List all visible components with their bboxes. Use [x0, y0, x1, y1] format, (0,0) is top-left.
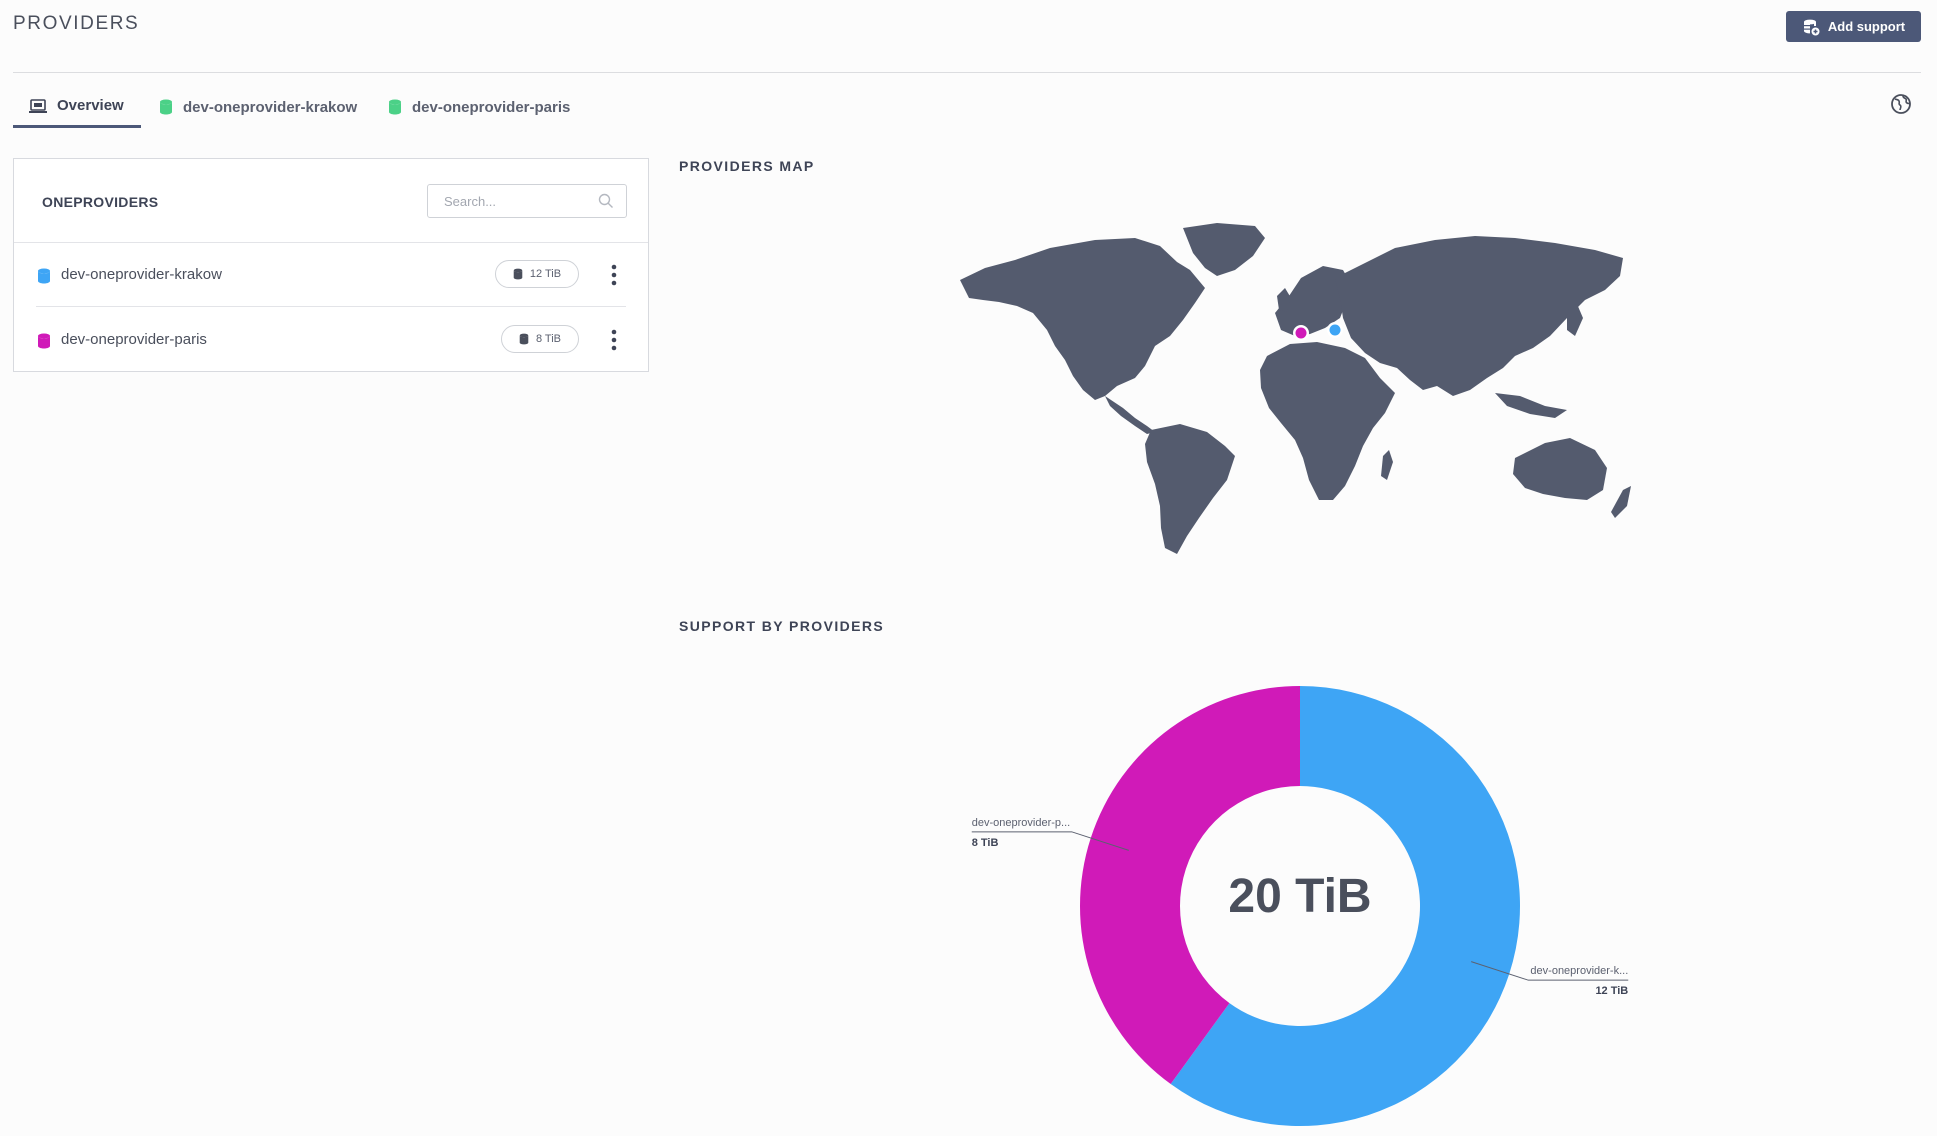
search-input[interactable] [442, 185, 596, 217]
tab-label: dev-oneprovider-krakow [183, 98, 358, 116]
africa [1260, 342, 1395, 500]
greenland [1183, 223, 1265, 276]
tab-overview[interactable]: Overview [13, 86, 141, 128]
southeast-asia [1495, 393, 1567, 418]
globe-icon[interactable] [1889, 92, 1913, 116]
list-item[interactable]: dev-oneprovider-krakow 12 TiB [14, 243, 648, 307]
world-map[interactable] [955, 218, 1645, 558]
search-icon [598, 193, 613, 208]
tab-dev-oneprovider-krakow[interactable]: dev-oneprovider-krakow [143, 86, 373, 128]
add-database-icon [1803, 19, 1820, 35]
tab-dev-oneprovider-paris[interactable]: dev-oneprovider-paris [372, 86, 586, 128]
more-options-icon[interactable] [606, 263, 622, 287]
search-field[interactable] [427, 184, 627, 218]
madagascar [1381, 450, 1393, 480]
slice-value: 8 TiB [972, 837, 999, 849]
north-america [960, 238, 1205, 400]
page-title: PROVIDERS [13, 13, 140, 34]
australia [1513, 438, 1607, 500]
support-size-badge: 8 TiB [501, 325, 579, 353]
database-icon [160, 99, 172, 115]
row-divider [36, 306, 626, 307]
support-size-badge: 12 TiB [495, 260, 579, 288]
database-icon [389, 99, 401, 115]
support-donut-chart: dev-oneprovider-k... 12 TiB dev-oneprovide… [971, 686, 1628, 1126]
oneproviders-panel: ONEPROVIDERS dev-oneprovider-krakow 12 T… [13, 158, 649, 372]
central-america [1105, 396, 1155, 434]
south-america [1145, 424, 1235, 554]
new-zealand [1611, 486, 1631, 518]
tab-label: Overview [57, 97, 124, 114]
slice-value: 12 TiB [1595, 985, 1628, 997]
add-support-label: Add support [1827, 19, 1906, 34]
database-icon [519, 333, 529, 345]
database-icon [38, 268, 50, 284]
header-divider [13, 72, 1921, 73]
tab-label: dev-oneprovider-paris [412, 98, 571, 116]
slice-label: dev-oneprovider-k... [1530, 965, 1628, 977]
map-marker-paris[interactable] [1293, 325, 1309, 341]
support-chart-title: SUPPORT BY PROVIDERS [679, 618, 885, 634]
database-icon [513, 268, 523, 280]
support-size: 8 TiB [535, 333, 562, 345]
panel-title: ONEPROVIDERS [42, 194, 159, 210]
add-support-button[interactable]: Add support [1786, 11, 1921, 42]
slice-label: dev-oneprovider-p... [972, 817, 1070, 829]
database-icon [38, 333, 50, 349]
providers-map-title: PROVIDERS MAP [679, 158, 815, 174]
overview-icon [29, 98, 47, 113]
japan [1567, 304, 1583, 336]
list-item[interactable]: dev-oneprovider-paris 8 TiB [14, 308, 648, 372]
provider-name[interactable]: dev-oneprovider-paris [61, 331, 207, 348]
total-support-label: 20 TiB [1228, 870, 1371, 923]
more-options-icon[interactable] [606, 328, 622, 352]
map-marker-krakow[interactable] [1327, 322, 1343, 338]
provider-name[interactable]: dev-oneprovider-krakow [61, 266, 222, 283]
support-size: 12 TiB [529, 268, 562, 280]
